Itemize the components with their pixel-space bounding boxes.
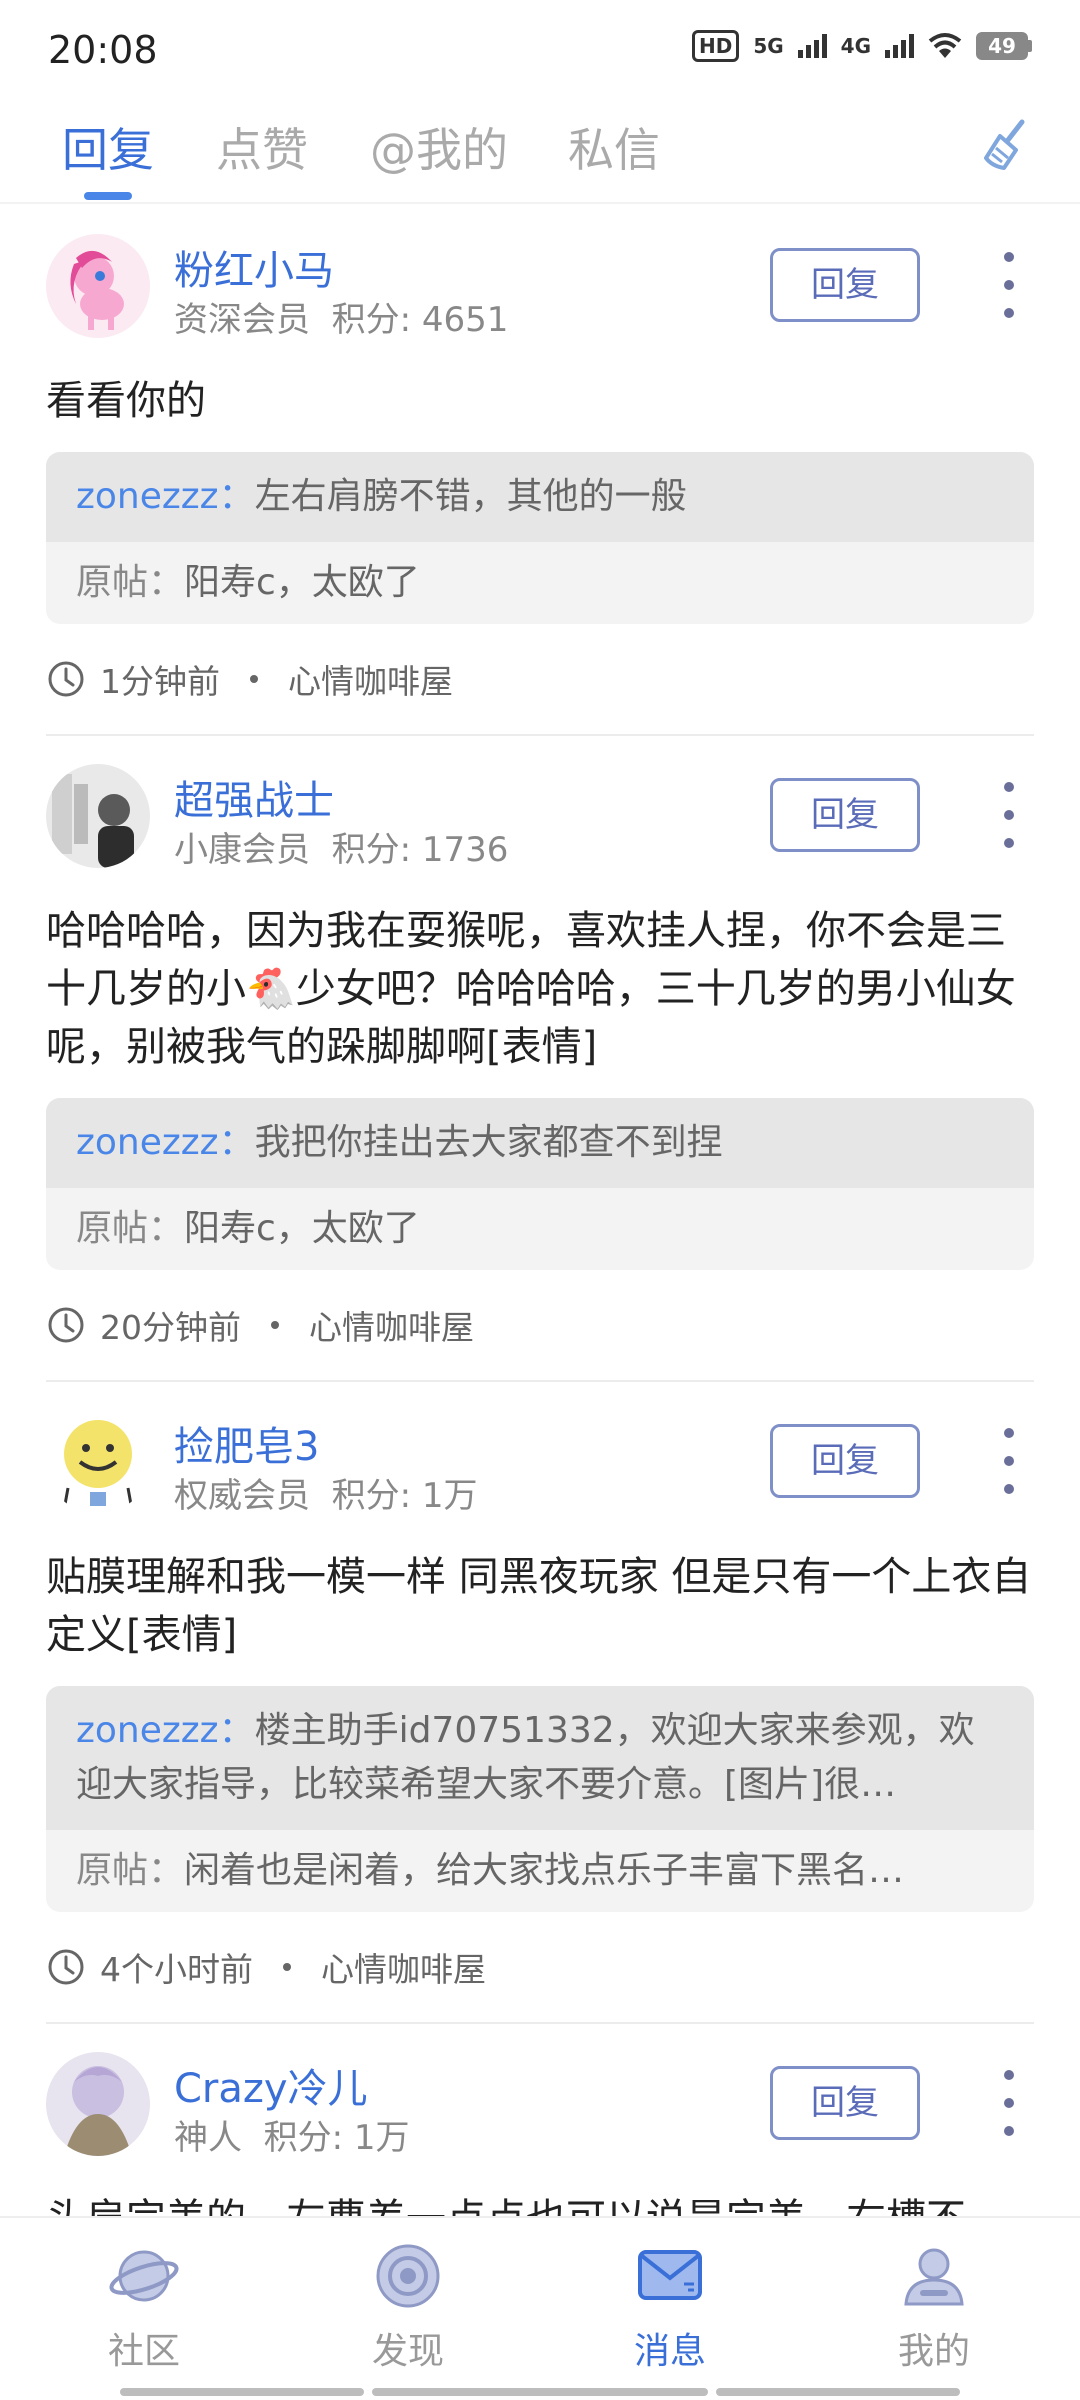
reply-card[interactable]: 捡肥皂3 权威会员 积分: 1万 回复 贴膜理解和我一模一样 同黑夜玩家 但是只…	[46, 1382, 1034, 2024]
quoted-comment[interactable]: zonezzz：左右肩膀不错，其他的一般 原帖：阳寿c，太欧了	[46, 452, 1034, 624]
avatar[interactable]	[46, 1410, 150, 1514]
origin-post-label: 原帖：	[76, 562, 185, 603]
quoted-username: zonezzz：	[76, 1710, 255, 1751]
reply-button[interactable]: 回复	[770, 248, 920, 322]
planet-icon	[109, 2250, 179, 2302]
broom-icon[interactable]	[978, 116, 1036, 174]
active-tab-indicator	[84, 192, 132, 200]
more-options-icon[interactable]	[994, 782, 1024, 848]
tab-private-messages[interactable]: 私信	[568, 114, 660, 180]
nav-community[interactable]: 社区	[74, 2238, 214, 2374]
forum-name[interactable]: 心情咖啡屋	[309, 1301, 474, 1349]
status-icons: HD 5G 4G 49	[691, 30, 1032, 62]
origin-post-title: 阳寿c，太欧了	[184, 562, 420, 603]
status-time: 20:08	[48, 28, 158, 72]
nav-discover[interactable]: 发现	[338, 2238, 478, 2374]
reply-button[interactable]: 回复	[770, 1424, 920, 1498]
user-rank-score: 资深会员 积分: 4651	[174, 300, 509, 340]
reply-footer: 20分钟前 心情咖啡屋	[46, 1270, 1034, 1380]
clock-icon	[48, 1307, 84, 1343]
origin-post-label: 原帖：	[76, 1850, 185, 1891]
avatar[interactable]	[46, 764, 150, 868]
bottom-navigation: 社区 发现 消息 我的	[0, 2216, 1080, 2400]
user-rank-score: 小康会员 积分: 1736	[174, 830, 509, 870]
reply-time: 20分钟前	[100, 1308, 241, 1347]
separator-dot	[250, 675, 258, 683]
reply-footer: 4个小时前 心情咖啡屋	[46, 1912, 1034, 2022]
quoted-comment[interactable]: zonezzz：楼主助手id70751332，欢迎大家来参观，欢迎大家指导，比较…	[46, 1686, 1034, 1912]
reply-time: 1分钟前	[100, 662, 220, 701]
battery-level: 49	[976, 32, 1028, 60]
clock-icon	[48, 1949, 84, 1985]
tab-likes[interactable]: 点赞	[216, 114, 308, 180]
reply-card[interactable]: Crazy冷儿 神人 积分: 1万 回复 头肩完美的，左曹差一点点也可以说是完美…	[46, 2024, 1034, 2216]
nav-messages[interactable]: 消息	[600, 2238, 740, 2374]
hd-indicator: HD	[691, 30, 740, 62]
message-tabs: 回复 点赞 @我的 私信	[0, 100, 1080, 204]
reply-button[interactable]: 回复	[770, 2066, 920, 2140]
quoted-comment[interactable]: zonezzz：我把你挂出去大家都查不到捏 原帖：阳寿c，太欧了	[46, 1098, 1034, 1270]
more-options-icon[interactable]	[994, 252, 1024, 318]
separator-dot	[283, 1963, 291, 1971]
wifi-icon	[928, 33, 962, 58]
username[interactable]: 粉红小马	[174, 238, 334, 296]
target-icon	[376, 2244, 440, 2308]
network-5g: 5G	[753, 34, 784, 58]
reply-footer: 1分钟前 心情咖啡屋	[46, 624, 1034, 734]
username[interactable]: Crazy冷儿	[174, 2056, 368, 2114]
signal-icon	[797, 34, 827, 58]
forum-name[interactable]: 心情咖啡屋	[321, 1943, 486, 1991]
separator-dot	[271, 1321, 279, 1329]
gesture-bar	[372, 2388, 708, 2396]
quoted-username: zonezzz：	[76, 476, 255, 517]
reply-button[interactable]: 回复	[770, 778, 920, 852]
reply-card[interactable]: 粉红小马 资深会员 积分: 4651 回复 看看你的 zonezzz：左右肩膀不…	[46, 206, 1034, 736]
battery-icon: 49	[976, 32, 1032, 60]
reply-time: 4个小时前	[100, 1950, 253, 1989]
quoted-text: 我把你挂出去大家都查不到捏	[254, 1122, 723, 1163]
tab-reply[interactable]: 回复	[62, 114, 154, 180]
avatar[interactable]	[46, 234, 150, 338]
quoted-text: 左右肩膀不错，其他的一般	[254, 476, 687, 517]
origin-post-title: 闲着也是闲着，给大家找点乐子丰富下黑名…	[184, 1850, 905, 1891]
origin-post-label: 原帖：	[76, 1208, 185, 1249]
user-icon	[904, 2248, 964, 2306]
quoted-username: zonezzz：	[76, 1122, 255, 1163]
status-bar: 20:08 HD 5G 4G 49	[0, 0, 1080, 96]
username[interactable]: 超强战士	[174, 768, 334, 826]
gesture-bar	[716, 2388, 960, 2396]
forum-name[interactable]: 心情咖啡屋	[288, 655, 453, 703]
mail-icon	[638, 2250, 702, 2300]
reply-card[interactable]: 超强战士 小康会员 积分: 1736 回复 哈哈哈哈，因为我在耍猴呢，喜欢挂人捏…	[46, 736, 1034, 1382]
username[interactable]: 捡肥皂3	[174, 1414, 319, 1472]
user-rank-score: 权威会员 积分: 1万	[174, 1476, 478, 1516]
nav-profile[interactable]: 我的	[864, 2238, 1004, 2374]
clock-icon	[48, 661, 84, 697]
reply-list: 粉红小马 资深会员 积分: 4651 回复 看看你的 zonezzz：左右肩膀不…	[0, 206, 1080, 2216]
more-options-icon[interactable]	[994, 1428, 1024, 1494]
tab-mentions[interactable]: @我的	[370, 114, 508, 180]
signal-icon	[885, 34, 914, 58]
gesture-bar	[120, 2388, 364, 2396]
more-options-icon[interactable]	[994, 2070, 1024, 2136]
origin-post-title: 阳寿c，太欧了	[184, 1208, 420, 1249]
network-4g: 4G	[840, 34, 871, 58]
avatar[interactable]	[46, 2052, 150, 2156]
user-rank-score: 神人 积分: 1万	[174, 2118, 410, 2158]
